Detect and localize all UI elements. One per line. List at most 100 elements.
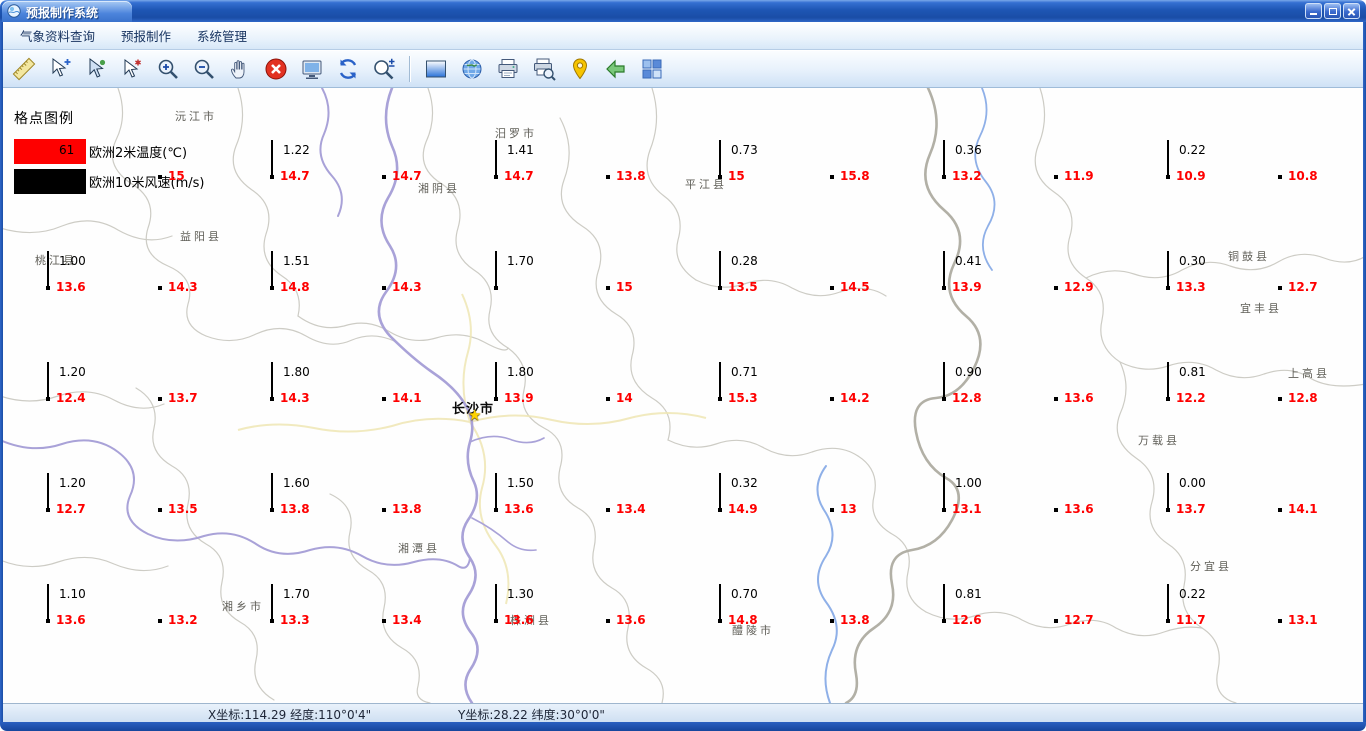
window-frame-left <box>0 22 3 722</box>
wind-speed-value: 1.51 <box>283 254 310 268</box>
ruler-icon <box>12 57 36 81</box>
wind-speed-value: 0.41 <box>955 254 982 268</box>
grid-point-dot <box>830 508 834 512</box>
wind-speed-value: 1.10 <box>59 587 86 601</box>
grid-point-dot <box>1278 508 1282 512</box>
temperature-value: 13.2 <box>952 169 982 183</box>
identify-zoom-tool-button[interactable] <box>369 54 399 84</box>
grid-point-dot <box>158 286 162 290</box>
grid-point-dot <box>1054 508 1058 512</box>
wind-speed-value: 1.20 <box>59 365 86 379</box>
city-star-icon: ★ <box>468 406 482 424</box>
delete-tool-button[interactable] <box>261 54 291 84</box>
grid-point-dot <box>1054 619 1058 623</box>
wind-barb <box>943 362 945 399</box>
temperature-value: 14.7 <box>504 169 534 183</box>
wind-speed-value: 0.28 <box>731 254 758 268</box>
temperature-value: 13.6 <box>56 613 86 627</box>
temperature-value: 13.9 <box>504 391 534 405</box>
temperature-value: 13.6 <box>504 502 534 516</box>
zoom-in-tool-button[interactable] <box>153 54 183 84</box>
close-button[interactable] <box>1343 3 1360 19</box>
temperature-value: 13 <box>840 502 857 516</box>
menu-weather-data-query[interactable]: 气象资料查询 <box>7 21 108 50</box>
grid-point-dot <box>158 175 162 179</box>
temperature-value: 12.9 <box>1064 280 1094 294</box>
wind-speed-value: 0.70 <box>731 587 758 601</box>
wind-barb <box>1167 362 1169 399</box>
status-bar: X坐标:114.29 经度:110°0'4" Y坐标:28.22 纬度:30°0… <box>3 703 1363 722</box>
wind-speed-value: 1.00 <box>955 476 982 490</box>
grid-point-dot <box>1278 286 1282 290</box>
grid-select-tool-button[interactable] <box>637 54 667 84</box>
grid-point-dot <box>606 397 610 401</box>
grid-point-dot <box>158 397 162 401</box>
globe-icon <box>462 59 482 79</box>
temperature-value: 15 <box>616 280 633 294</box>
wind-barb <box>719 140 721 177</box>
temperature-value: 14.1 <box>1288 502 1318 516</box>
grid-point-dot <box>382 397 386 401</box>
select-arrow-tool-button[interactable] <box>81 54 111 84</box>
wind-barb <box>271 251 273 288</box>
wind-speed-value: 1.30 <box>507 587 534 601</box>
wind-speed-value: 0.81 <box>955 587 982 601</box>
select-plus-tool-button[interactable] <box>45 54 75 84</box>
temperature-value: 13.1 <box>1288 613 1318 627</box>
wind-barb <box>943 473 945 510</box>
wind-barb <box>943 584 945 621</box>
temperature-value: 13.3 <box>1176 280 1206 294</box>
refresh-tool-button[interactable] <box>333 54 363 84</box>
temperature-value: 13.7 <box>168 391 198 405</box>
temperature-value: 13.8 <box>840 613 870 627</box>
menu-system-management[interactable]: 系统管理 <box>184 21 260 50</box>
wind-barb <box>271 362 273 399</box>
temperature-value: 13.6 <box>616 613 646 627</box>
select-rotate-tool-button[interactable] <box>117 54 147 84</box>
title-bar: 预报制作系统 <box>0 0 1366 22</box>
wind-barb <box>271 473 273 510</box>
temperature-value: 14.7 <box>280 169 310 183</box>
wind-speed-value: 1.70 <box>507 254 534 268</box>
map-place-label: 汨罗市 <box>495 127 537 140</box>
temperature-value: 12.7 <box>1064 613 1094 627</box>
restore-button[interactable] <box>1324 3 1341 19</box>
wind-barb <box>1167 140 1169 177</box>
grid-point-dot <box>830 619 834 623</box>
measure-tool-button[interactable] <box>9 54 39 84</box>
map-canvas[interactable]: 格点图例 欧洲2米温度(℃) 欧洲10米风速(m/s) 沅江市 汨罗市 湘阴县 平江县… <box>0 88 1366 703</box>
printer-icon <box>498 59 518 78</box>
temperature-value: 15.8 <box>840 169 870 183</box>
zoom-out-tool-button[interactable] <box>189 54 219 84</box>
grid-point-dot <box>382 619 386 623</box>
map-place-label: 宜丰县 <box>1240 302 1282 315</box>
wind-speed-value: 1.00 <box>59 254 86 268</box>
wind-barb <box>495 584 497 621</box>
map-place-label: 湘潭县 <box>398 542 440 555</box>
map-place-label: 湘乡市 <box>222 600 264 613</box>
print-tool-button[interactable] <box>493 54 523 84</box>
temperature-value: 12.2 <box>1176 391 1206 405</box>
temperature-value: 12.7 <box>56 502 86 516</box>
wind-speed-value: 1.20 <box>59 476 86 490</box>
wind-speed-value: 0.22 <box>1179 587 1206 601</box>
legend-row-temperature: 欧洲2米温度(℃) <box>14 139 205 164</box>
window-title: 预报制作系统 <box>26 6 99 20</box>
wind-legend-swatch <box>14 169 86 194</box>
temperature-value: 11.9 <box>1064 169 1094 183</box>
wind-barb <box>719 362 721 399</box>
placemark-tool-button[interactable] <box>565 54 595 84</box>
print-preview-tool-button[interactable] <box>529 54 559 84</box>
minimize-button[interactable] <box>1305 3 1322 19</box>
screenshot-tool-button[interactable] <box>297 54 327 84</box>
pan-tool-button[interactable] <box>225 54 255 84</box>
globe-tool-button[interactable] <box>457 54 487 84</box>
menu-forecast-production[interactable]: 预报制作 <box>108 21 184 50</box>
back-tool-button[interactable] <box>601 54 631 84</box>
image-layer-tool-button[interactable] <box>421 54 451 84</box>
temperature-value: 13.7 <box>1176 502 1206 516</box>
hand-icon <box>231 60 245 79</box>
grid-point-dot <box>1278 397 1282 401</box>
temperature-value: 13.6 <box>56 280 86 294</box>
wind-speed-value: 1.22 <box>283 143 310 157</box>
